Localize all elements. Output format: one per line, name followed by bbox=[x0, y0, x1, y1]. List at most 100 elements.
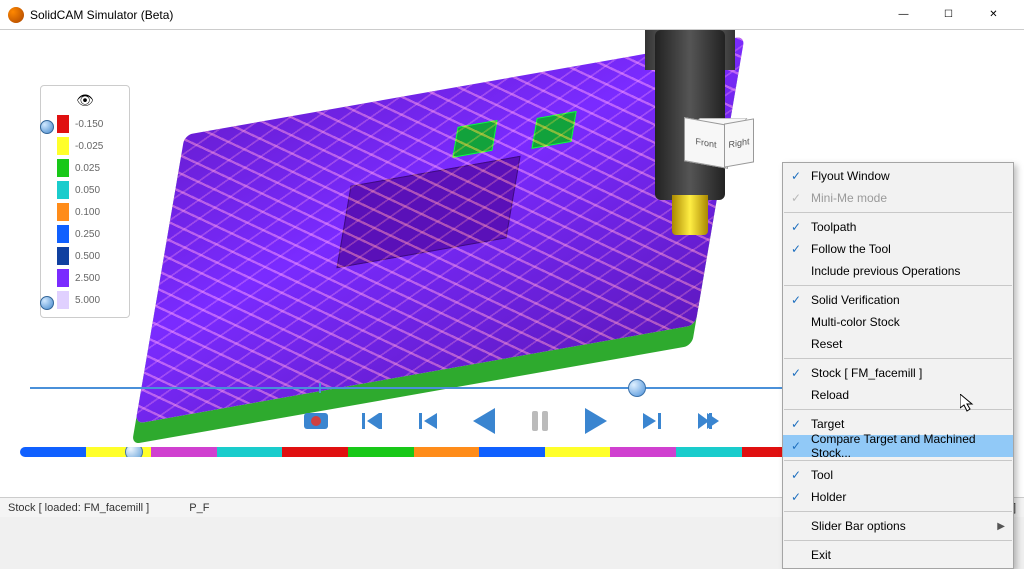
legend-row: 0.025 bbox=[45, 157, 125, 179]
menu-item[interactable]: Multi-color Stock bbox=[783, 311, 1013, 333]
menu-item[interactable]: Include previous Operations bbox=[783, 260, 1013, 282]
menu-separator bbox=[784, 460, 1012, 461]
legend-row: -0.150 bbox=[45, 113, 125, 135]
menu-item[interactable]: ✓ Toolpath bbox=[783, 216, 1013, 238]
legend-swatch bbox=[57, 225, 69, 243]
check-icon: ✓ bbox=[791, 468, 801, 482]
step-back-button[interactable] bbox=[409, 402, 447, 440]
menu-item[interactable]: ✓Solid Verification bbox=[783, 289, 1013, 311]
menu-separator bbox=[784, 285, 1012, 286]
menu-item-label: Stock [ FM_facemill ] bbox=[811, 366, 922, 380]
legend-swatch bbox=[57, 181, 69, 199]
tool-bit bbox=[672, 195, 708, 235]
menu-item[interactable]: Reset bbox=[783, 333, 1013, 355]
submenu-arrow-icon: ▶ bbox=[997, 521, 1005, 532]
menu-item-label: Reset bbox=[811, 337, 842, 351]
check-icon: ✓ bbox=[791, 417, 801, 431]
step-forward-button[interactable] bbox=[633, 402, 671, 440]
menu-item[interactable]: ✓Flyout Window bbox=[783, 165, 1013, 187]
pause-button[interactable] bbox=[521, 402, 559, 440]
menu-item[interactable]: Reload bbox=[783, 384, 1013, 406]
pad-feature bbox=[452, 120, 497, 158]
legend-value: 0.250 bbox=[75, 229, 100, 240]
legend-swatch bbox=[57, 291, 69, 309]
menu-item-label: Flyout Window bbox=[811, 169, 890, 183]
menu-item[interactable]: ✓Tool bbox=[783, 464, 1013, 486]
legend-swatch bbox=[57, 269, 69, 287]
menu-item-label: Toolpath bbox=[811, 220, 856, 234]
legend-value: 0.500 bbox=[75, 251, 100, 262]
legend-slider-bottom[interactable] bbox=[40, 296, 54, 310]
legend-swatch bbox=[57, 115, 69, 133]
menu-item[interactable]: Exit bbox=[783, 544, 1013, 566]
menu-item-label: Reload bbox=[811, 388, 849, 402]
view-cube-front[interactable]: Front bbox=[684, 117, 728, 169]
color-legend[interactable]: 👁 -0.150 -0.025 0.025 0.050 0.100 0.250 0.500 2… bbox=[40, 85, 130, 318]
legend-row: 5.000 bbox=[45, 289, 125, 311]
colorbar-segment[interactable] bbox=[479, 447, 545, 457]
legend-row: -0.025 bbox=[45, 135, 125, 157]
check-icon: ✓ bbox=[791, 293, 801, 307]
colorbar-segment[interactable] bbox=[348, 447, 414, 457]
legend-value: 0.025 bbox=[75, 163, 100, 174]
colorbar-segment[interactable] bbox=[20, 447, 86, 457]
pad-feature bbox=[531, 111, 576, 149]
view-cube[interactable]: Top Front Right bbox=[684, 105, 744, 165]
colorbar-segment[interactable] bbox=[414, 447, 480, 457]
menu-item-label: Multi-color Stock bbox=[811, 315, 900, 329]
colorbar-segment[interactable] bbox=[676, 447, 742, 457]
play-reverse-button[interactable] bbox=[465, 402, 503, 440]
menu-item[interactable]: ✓ Follow the Tool bbox=[783, 238, 1013, 260]
legend-row: 0.250 bbox=[45, 223, 125, 245]
menu-item[interactable]: ✓Stock [ FM_facemill ] bbox=[783, 362, 1013, 384]
colorbar-segment[interactable] bbox=[217, 447, 283, 457]
legend-swatch bbox=[57, 159, 69, 177]
menu-separator bbox=[784, 212, 1012, 213]
menu-item[interactable]: ✓Compare Target and Machined Stock... bbox=[783, 435, 1013, 457]
colorbar-segment[interactable] bbox=[151, 447, 217, 457]
record-button[interactable] bbox=[297, 402, 335, 440]
menu-item-label: Holder bbox=[811, 490, 846, 504]
check-icon: ✓ bbox=[791, 439, 801, 453]
menu-item-label: Follow the Tool bbox=[811, 242, 891, 256]
menu-item[interactable]: ✓ Holder bbox=[783, 486, 1013, 508]
legend-value: 5.000 bbox=[75, 295, 100, 306]
maximize-button[interactable]: ☐ bbox=[926, 0, 971, 30]
menu-item[interactable]: Slider Bar options ▶ bbox=[783, 515, 1013, 537]
app-icon bbox=[8, 7, 24, 23]
minimize-button[interactable]: — bbox=[881, 0, 926, 30]
check-icon: ✓ bbox=[791, 220, 801, 234]
menu-item-label: Exit bbox=[811, 548, 831, 562]
menu-separator bbox=[784, 511, 1012, 512]
colorbar-thumb[interactable] bbox=[125, 447, 143, 457]
legend-slider-top[interactable] bbox=[40, 120, 54, 134]
pocket-feature bbox=[336, 156, 520, 268]
seek-mark bbox=[319, 383, 321, 393]
menu-item-label: Mini-Me mode bbox=[811, 191, 887, 205]
legend-value: 2.500 bbox=[75, 273, 100, 284]
skip-start-button[interactable] bbox=[353, 402, 391, 440]
legend-row: 0.050 bbox=[45, 179, 125, 201]
check-icon: ✓ bbox=[791, 490, 801, 504]
check-icon: ✓ bbox=[791, 242, 801, 256]
menu-item-label: Slider Bar options bbox=[811, 519, 906, 533]
legend-value: -0.150 bbox=[75, 119, 103, 130]
legend-value: -0.025 bbox=[75, 141, 103, 152]
colorbar-segment[interactable] bbox=[545, 447, 611, 457]
visibility-icon[interactable]: 👁 bbox=[45, 92, 125, 109]
colorbar-segment[interactable] bbox=[282, 447, 348, 457]
colorbar-segment[interactable] bbox=[610, 447, 676, 457]
simulation-scene[interactable] bbox=[120, 40, 760, 410]
skip-end-button[interactable] bbox=[689, 402, 727, 440]
view-cube-right[interactable]: Right bbox=[724, 118, 754, 167]
menu-separator bbox=[784, 540, 1012, 541]
menu-item-label: Include previous Operations bbox=[811, 264, 960, 278]
close-button[interactable]: ✕ bbox=[971, 0, 1016, 30]
seek-thumb[interactable] bbox=[628, 379, 646, 397]
legend-swatch bbox=[57, 203, 69, 221]
play-button[interactable] bbox=[577, 402, 615, 440]
context-menu: ✓Flyout Window✓Mini-Me mode✓Toolpath✓Fol… bbox=[782, 162, 1014, 569]
menu-separator bbox=[784, 358, 1012, 359]
legend-value: 0.100 bbox=[75, 207, 100, 218]
menu-item: ✓Mini-Me mode bbox=[783, 187, 1013, 209]
